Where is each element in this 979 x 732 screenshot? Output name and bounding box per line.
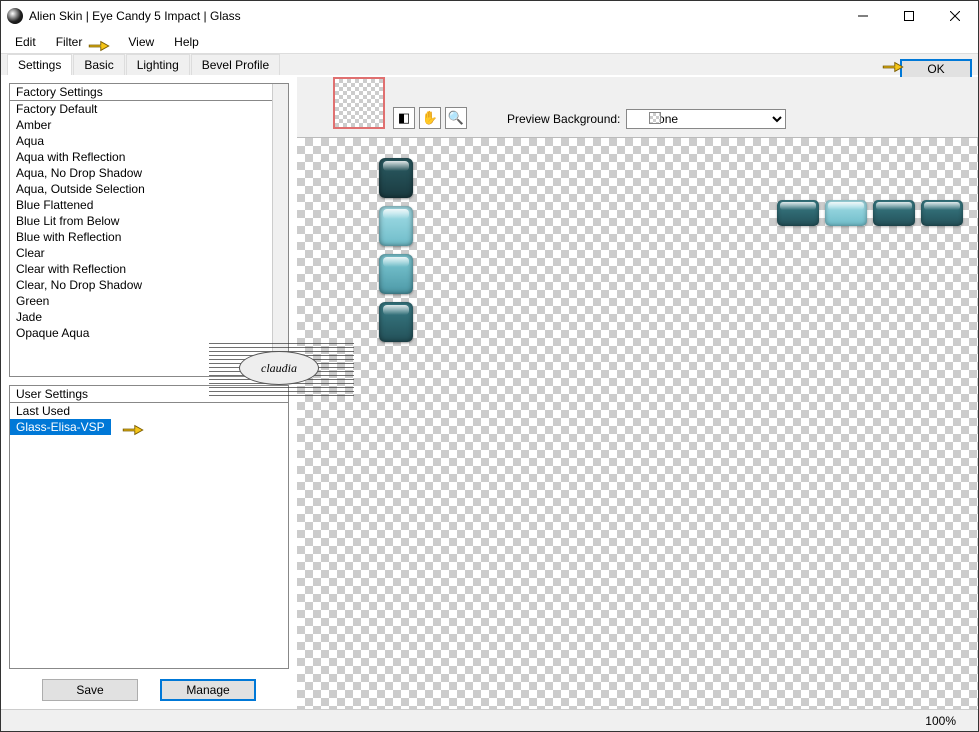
glass-shape <box>825 200 867 226</box>
list-item[interactable]: Aqua with Reflection <box>10 149 288 165</box>
main-area: Factory Settings Factory DefaultAmberAqu… <box>1 77 978 709</box>
app-icon <box>7 8 23 24</box>
list-item[interactable]: Opaque Aqua <box>10 325 288 341</box>
transparency-swatch-icon <box>649 112 661 124</box>
pointer-hand-icon <box>882 59 904 75</box>
window-title: Alien Skin | Eye Candy 5 Impact | Glass <box>29 9 840 23</box>
scrollbar[interactable] <box>272 84 288 376</box>
list-item[interactable]: Green <box>10 293 288 309</box>
list-item[interactable]: Aqua, No Drop Shadow <box>10 165 288 181</box>
pan-tool-icon[interactable]: ✋ <box>419 107 441 129</box>
list-item[interactable]: Amber <box>10 117 288 133</box>
save-button[interactable]: Save <box>42 679 138 701</box>
menu-view[interactable]: View <box>120 33 162 51</box>
status-bar: 100% <box>1 709 978 731</box>
preview-canvas[interactable] <box>297 137 978 709</box>
tab-lighting[interactable]: Lighting <box>126 54 190 75</box>
tab-bevel-profile[interactable]: Bevel Profile <box>191 54 280 75</box>
pointer-hand-icon <box>88 38 110 54</box>
preview-background-control: Preview Background: None <box>507 109 786 129</box>
menu-bar: Edit Filter View Help <box>1 31 978 53</box>
thumbnail-zone: ◧ ✋ 🔍 <box>333 77 467 129</box>
list-item[interactable]: Blue with Reflection <box>10 229 288 245</box>
user-header: User Settings <box>10 386 288 403</box>
list-item[interactable]: Last Used <box>10 403 288 419</box>
maximize-button[interactable] <box>886 1 932 31</box>
tab-settings[interactable]: Settings <box>7 54 72 75</box>
pointer-hand-icon <box>122 422 144 438</box>
menu-edit[interactable]: Edit <box>7 33 44 51</box>
glass-shape <box>873 200 915 226</box>
zoom-level: 100% <box>925 714 956 728</box>
menu-filter[interactable]: Filter <box>48 33 91 51</box>
glass-shape <box>379 158 413 198</box>
list-item[interactable]: Blue Lit from Below <box>10 213 288 229</box>
tab-basic[interactable]: Basic <box>73 54 124 75</box>
glass-shape <box>379 302 413 342</box>
preview-bg-label: Preview Background: <box>507 112 620 126</box>
title-bar: Alien Skin | Eye Candy 5 Impact | Glass <box>1 1 978 31</box>
list-item-selected[interactable]: Glass-Elisa-VSP <box>10 419 111 435</box>
list-item[interactable]: Factory Default <box>10 101 288 117</box>
ok-button[interactable]: OK <box>900 59 972 79</box>
close-button[interactable] <box>932 1 978 31</box>
list-item[interactable]: Clear, No Drop Shadow <box>10 277 288 293</box>
list-item[interactable]: Clear <box>10 245 288 261</box>
list-item[interactable]: Aqua <box>10 133 288 149</box>
glass-shape <box>379 206 413 246</box>
manage-button[interactable]: Manage <box>160 679 256 701</box>
list-item[interactable]: Blue Flattened <box>10 197 288 213</box>
list-item[interactable]: Jade <box>10 309 288 325</box>
factory-header: Factory Settings <box>10 84 288 101</box>
glass-shape <box>777 200 819 226</box>
user-settings-list[interactable]: User Settings Last Used Glass-Elisa-VSP <box>9 385 289 669</box>
glass-shape <box>379 254 413 294</box>
settings-panel: Factory Settings Factory DefaultAmberAqu… <box>1 77 297 709</box>
tabs-row: Settings Basic Lighting Bevel Profile <box>1 53 978 75</box>
menu-help[interactable]: Help <box>166 33 207 51</box>
list-item[interactable]: Aqua, Outside Selection <box>10 181 288 197</box>
preview-panel: ◧ ✋ 🔍 Preview Background: None <box>297 77 978 709</box>
preview-thumbnail[interactable] <box>333 77 385 129</box>
factory-settings-list[interactable]: Factory Settings Factory DefaultAmberAqu… <box>9 83 289 377</box>
list-item[interactable]: Clear with Reflection <box>10 261 288 277</box>
glass-shape <box>921 200 963 226</box>
minimize-button[interactable] <box>840 1 886 31</box>
preview-toggle-icon[interactable]: ◧ <box>393 107 415 129</box>
settings-buttons: Save Manage <box>9 679 289 701</box>
zoom-tool-icon[interactable]: 🔍 <box>445 107 467 129</box>
